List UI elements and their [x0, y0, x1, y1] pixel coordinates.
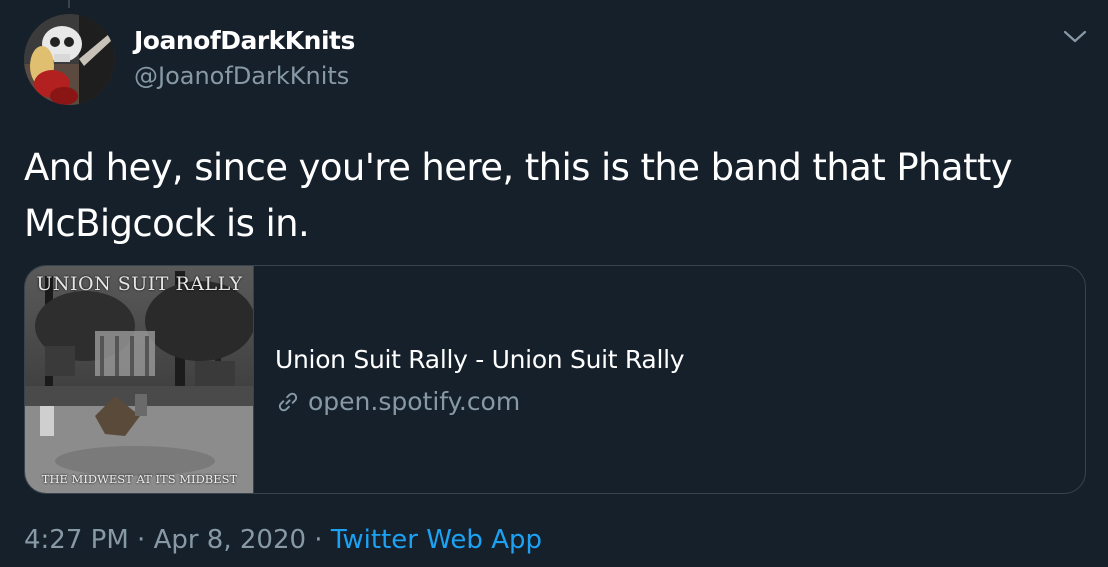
tweet-date[interactable]: Apr 8, 2020	[154, 525, 306, 555]
card-url-text: open.spotify.com	[308, 387, 521, 416]
separator: ·	[306, 525, 331, 555]
separator: ·	[128, 525, 154, 555]
avatar-image	[24, 14, 115, 105]
album-cover-image: UNION SUIT RALLY THE MIDWEST AT ITS MIDB…	[25, 266, 254, 493]
display-name[interactable]: JoanofDarkKnits	[134, 26, 355, 55]
tweet-metadata: 4:27 PM · Apr 8, 2020 · Twitter Web App	[24, 525, 542, 555]
card-title[interactable]: Union Suit Rally - Union Suit Rally	[275, 345, 685, 374]
user-handle[interactable]: @JoanofDarkKnits	[134, 62, 349, 90]
chevron-down-icon[interactable]	[1060, 26, 1090, 48]
album-cover-title: UNION SUIT RALLY	[36, 273, 243, 295]
tweet-time[interactable]: 4:27 PM	[24, 525, 129, 555]
tweet-text: And hey, since you're here, this is the …	[24, 146, 1013, 245]
link-icon	[275, 389, 301, 415]
card-url[interactable]: open.spotify.com	[275, 387, 520, 416]
avatar[interactable]	[24, 14, 115, 105]
album-cover-subtitle: THE MIDWEST AT ITS MIDBEST	[41, 472, 238, 486]
link-preview-card[interactable]: UNION SUIT RALLY THE MIDWEST AT ITS MIDB…	[24, 265, 1086, 494]
thread-connector-line	[68, 0, 70, 8]
tweet-source-link[interactable]: Twitter Web App	[331, 525, 542, 555]
